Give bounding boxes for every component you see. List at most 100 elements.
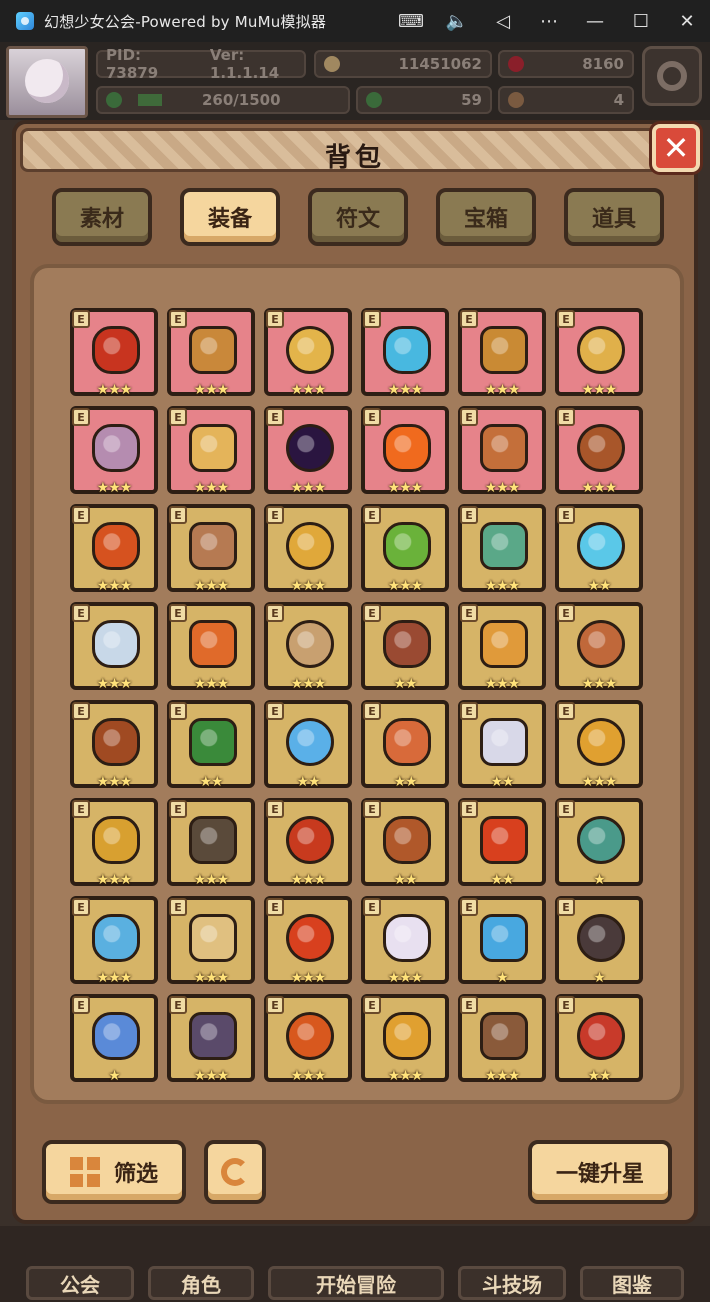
dark-orb-icon — [286, 424, 334, 472]
refresh-button[interactable] — [204, 1140, 266, 1204]
equip-badge: E — [557, 800, 575, 818]
inventory-slot[interactable]: E ★★★ — [167, 602, 255, 692]
inventory-slot[interactable]: E ★★★ — [555, 406, 643, 496]
inventory-slot[interactable]: E ★★ — [458, 798, 546, 888]
inventory-slot[interactable]: E ★★ — [361, 798, 449, 888]
back-icon[interactable]: ◁ — [480, 0, 526, 42]
inventory-slot[interactable]: E ★★★ — [361, 896, 449, 986]
green-wand-icon — [383, 522, 431, 570]
inventory-slot[interactable]: E ★★ — [361, 602, 449, 692]
crystal-wand-icon — [577, 522, 625, 570]
inventory-slot[interactable]: E ★★ — [555, 994, 643, 1084]
inventory-slot[interactable]: E ★★★ — [264, 994, 352, 1084]
nav-codex[interactable]: 图鉴 — [580, 1266, 684, 1300]
inventory-slot[interactable]: E ★★★ — [70, 406, 158, 496]
star-rating: ★★ — [587, 1068, 611, 1084]
inventory-slot[interactable]: E ★ — [555, 896, 643, 986]
star-rating: ★★★ — [193, 970, 230, 986]
inventory-slot[interactable]: E ★★ — [361, 700, 449, 790]
inventory-slot[interactable]: E ★★★ — [70, 308, 158, 398]
star-rating: ★★★ — [484, 676, 521, 692]
more-icon[interactable]: ⋯ — [526, 0, 572, 42]
inventory-slot[interactable]: E ★★★ — [555, 602, 643, 692]
inventory-slot[interactable]: E ★ — [555, 798, 643, 888]
gold-coin-icon — [324, 56, 340, 72]
star-rating: ★★★ — [96, 578, 133, 594]
exp-bar: 260/1500 — [96, 86, 350, 114]
top-hud: PID: 73879 Ver: 1.1.1.14 11451062 8160 2… — [0, 42, 710, 120]
star-rating: ★ — [108, 1068, 121, 1084]
inventory-slot[interactable]: E ★★★ — [458, 504, 546, 594]
inventory-slot[interactable]: E ★★★ — [264, 798, 352, 888]
jade-mace-icon — [480, 522, 528, 570]
ice-gauntlet-icon — [92, 914, 140, 962]
inventory-slot[interactable]: E ★★★ — [458, 602, 546, 692]
star-rating: ★★★ — [96, 872, 133, 888]
tab-chests[interactable]: 宝箱 — [436, 188, 536, 246]
crystal-shield-icon — [286, 620, 334, 668]
equip-badge: E — [363, 310, 381, 328]
inventory-slot[interactable]: E ★★★ — [167, 406, 255, 496]
inventory-slot[interactable]: E ★★★ — [361, 406, 449, 496]
inventory-slot[interactable]: E ★★ — [264, 700, 352, 790]
green-hat-icon — [189, 718, 237, 766]
inventory-slot[interactable]: E ★★★ — [264, 308, 352, 398]
inventory-slot[interactable]: E ★★★ — [70, 504, 158, 594]
nav-start-adventure[interactable]: 开始冒险 — [268, 1266, 444, 1300]
inventory-slot[interactable]: E ★★★ — [264, 504, 352, 594]
inventory-slot[interactable]: E ★★★ — [167, 896, 255, 986]
inventory-slot[interactable]: E ★★★ — [70, 896, 158, 986]
close-icon[interactable]: ✕ — [664, 0, 710, 42]
equip-badge: E — [72, 800, 90, 818]
inventory-slot[interactable]: E ★★★ — [264, 896, 352, 986]
inventory-slot[interactable]: E ★★★ — [361, 994, 449, 1084]
upgrade-all-button[interactable]: 一键升星 — [528, 1140, 672, 1204]
inventory-slot[interactable]: E ★ — [70, 994, 158, 1084]
star-rating: ★★★ — [387, 1068, 424, 1084]
red-wings-icon — [92, 326, 140, 374]
star-rating: ★★★ — [581, 480, 618, 496]
inventory-slot[interactable]: E ★★ — [458, 700, 546, 790]
gem-ring-icon — [480, 1012, 528, 1060]
filter-button[interactable]: 筛选 — [42, 1140, 186, 1204]
maximize-icon[interactable]: ☐ — [618, 0, 664, 42]
inventory-slot[interactable]: E ★★★ — [167, 308, 255, 398]
keyboard-icon[interactable]: ⌨ — [388, 0, 434, 42]
inventory-slot[interactable]: E ★★ — [167, 700, 255, 790]
equip-badge: E — [460, 702, 478, 720]
inventory-slot[interactable]: E ★★★ — [70, 700, 158, 790]
inventory-slot[interactable]: E ★★★ — [555, 308, 643, 398]
nav-characters[interactable]: 角色 — [148, 1266, 254, 1300]
inventory-slot[interactable]: E ★★★ — [70, 602, 158, 692]
inventory-slot[interactable]: E ★ — [458, 896, 546, 986]
inventory-slot[interactable]: E ★★★ — [264, 602, 352, 692]
nav-guild[interactable]: 公会 — [26, 1266, 134, 1300]
inventory-slot[interactable]: E ★★★ — [70, 798, 158, 888]
inventory-slot[interactable]: E ★★★ — [167, 504, 255, 594]
volume-icon[interactable]: 🔈 — [434, 0, 480, 42]
inventory-slot[interactable]: E ★★★ — [555, 700, 643, 790]
tab-materials[interactable]: 素材 — [52, 188, 152, 246]
star-rating: ★★★ — [387, 970, 424, 986]
star-rating: ★ — [496, 970, 509, 986]
inventory-slot[interactable]: E ★★★ — [167, 798, 255, 888]
close-button[interactable]: ✕ — [652, 124, 700, 172]
inventory-slot[interactable]: E ★★★ — [458, 406, 546, 496]
tab-items[interactable]: 道具 — [564, 188, 664, 246]
inventory-slot[interactable]: E ★★★ — [458, 994, 546, 1084]
inventory-slot[interactable]: E ★★★ — [361, 504, 449, 594]
bread-ring-icon — [480, 424, 528, 472]
inventory-slot[interactable]: E ★★ — [555, 504, 643, 594]
inventory-slot[interactable]: E ★★★ — [264, 406, 352, 496]
inventory-slot[interactable]: E ★★★ — [458, 308, 546, 398]
equip-badge: E — [169, 604, 187, 622]
tab-equipment[interactable]: 装备 — [180, 188, 280, 246]
tab-runes[interactable]: 符文 — [308, 188, 408, 246]
settings-button[interactable] — [642, 46, 702, 106]
inventory-slot[interactable]: E ★★★ — [361, 308, 449, 398]
inventory-slot[interactable]: E ★★★ — [167, 994, 255, 1084]
player-avatar[interactable] — [6, 46, 88, 118]
minimize-icon[interactable]: — — [572, 0, 618, 42]
gold-value: 11451062 — [398, 55, 483, 73]
nav-arena[interactable]: 斗技场 — [458, 1266, 566, 1300]
